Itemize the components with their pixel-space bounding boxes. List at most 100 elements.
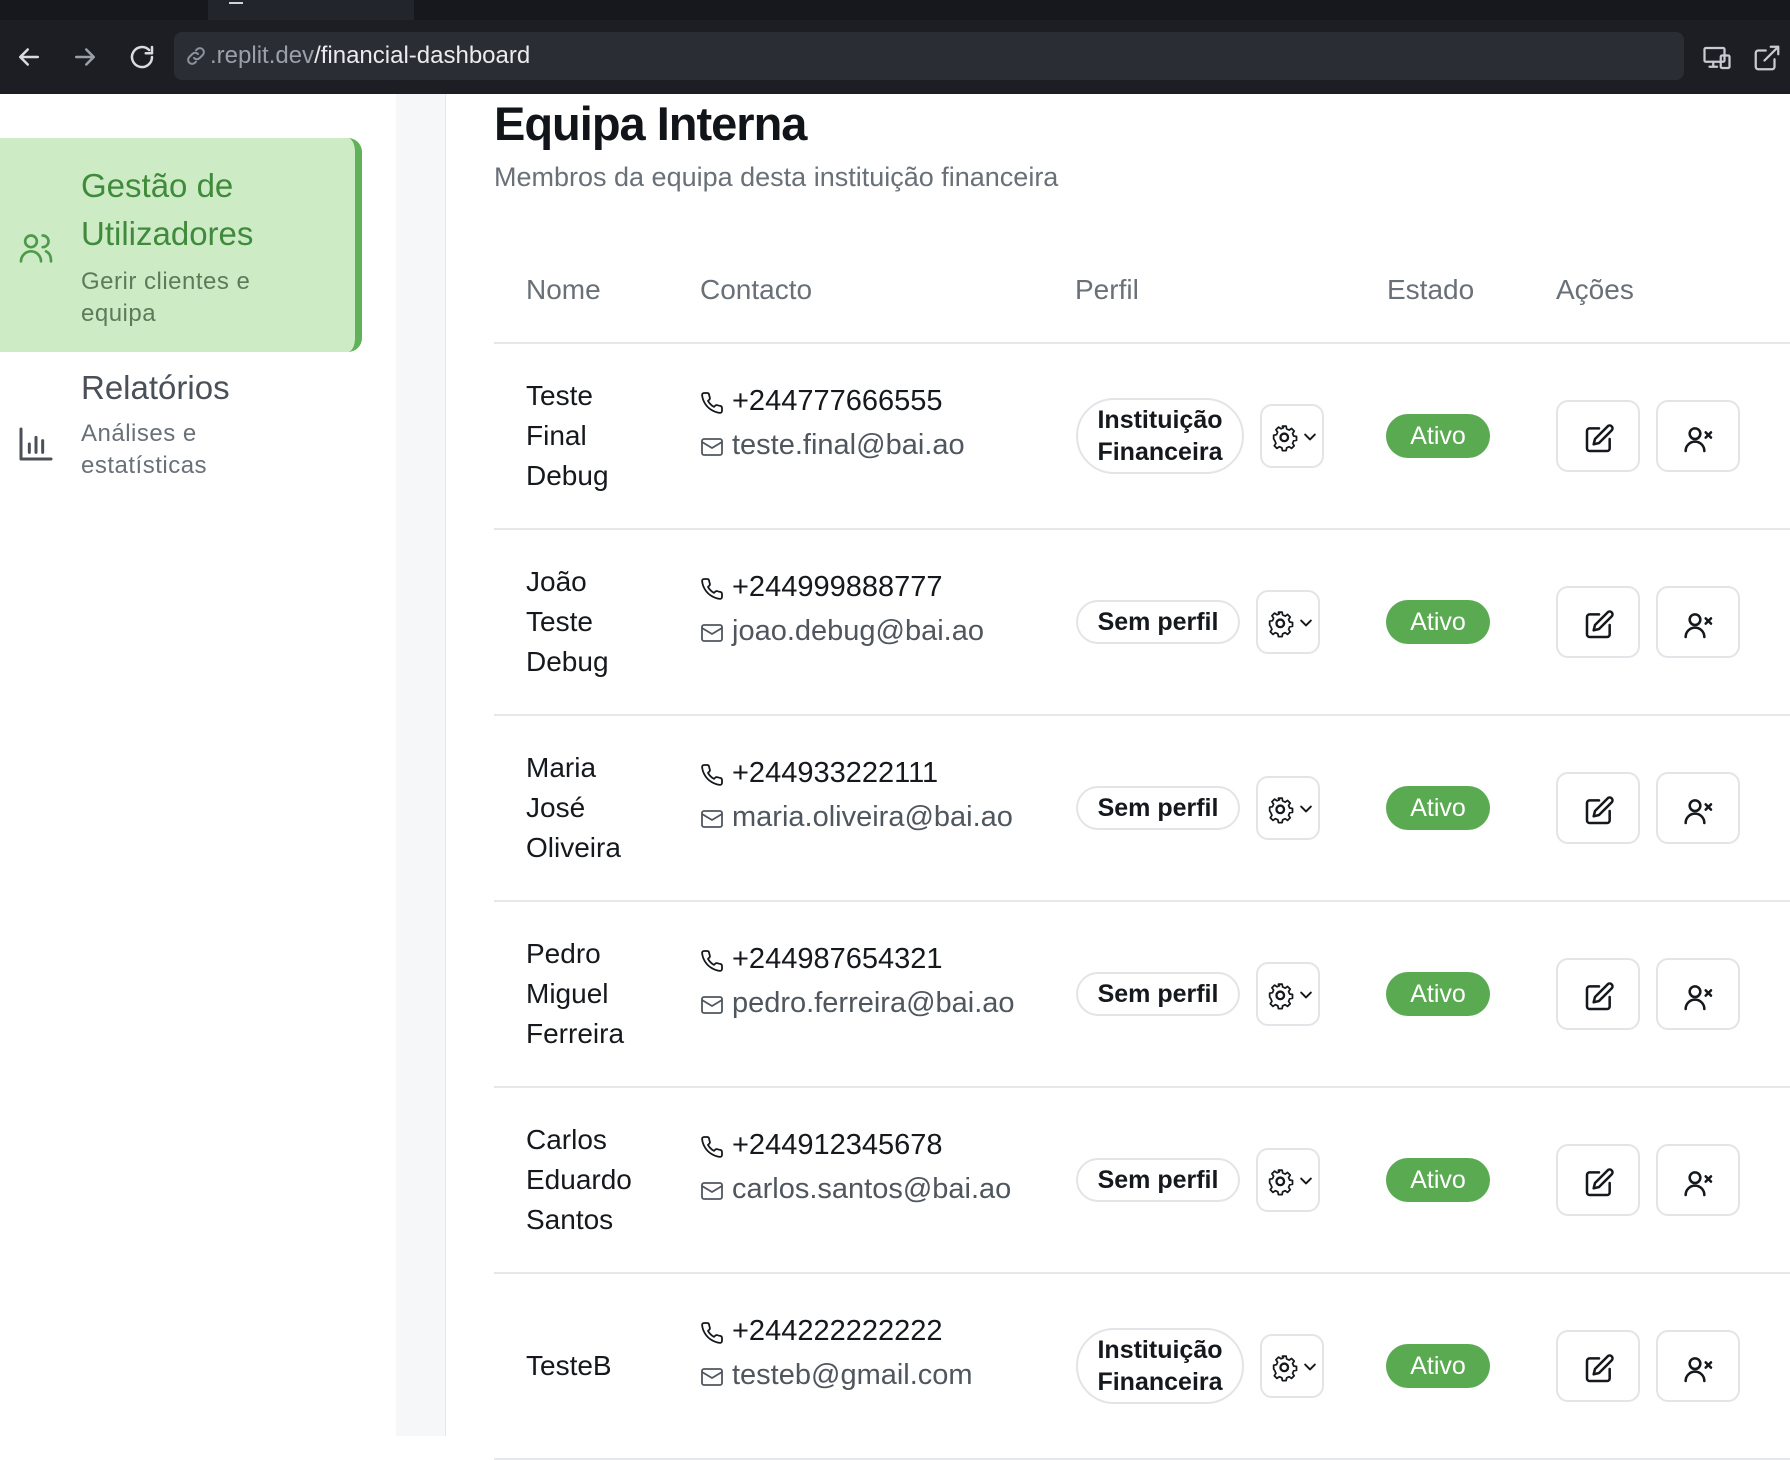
phone-text: +244222222222 — [732, 1315, 943, 1347]
sidebar-divider — [396, 94, 446, 1436]
page-subtitle: Membros da equipa desta instituição fina… — [494, 162, 1059, 192]
external-link-icon — [1754, 45, 1780, 71]
email-text: teste.final@bai.ao — [732, 429, 965, 461]
row-name-line: Miguel — [526, 978, 609, 1009]
row-name-line: Santos — [526, 1204, 614, 1235]
phone-text: +244999888777 — [732, 571, 943, 603]
profile-settings-dropdown[interactable] — [1256, 776, 1320, 840]
url-text: .replit.dev/financial-dashboard — [210, 42, 530, 70]
forward-button[interactable] — [70, 42, 100, 72]
row-name-line: Oliveira — [526, 832, 621, 863]
arrow-left-icon — [19, 48, 39, 66]
gear-icon — [1272, 425, 1316, 452]
remove-user-button[interactable] — [1656, 772, 1740, 844]
user-x-icon — [1684, 1171, 1713, 1197]
phone-text: +244777666555 — [732, 385, 943, 417]
row-name: Carlos Eduardo Santos — [526, 1088, 676, 1272]
status-badge: Ativo — [1386, 972, 1490, 1016]
row-name-line: Debug — [526, 460, 609, 491]
mail-icon — [701, 810, 723, 828]
remove-user-button[interactable] — [1656, 586, 1740, 658]
profile-settings-dropdown[interactable] — [1256, 590, 1320, 654]
back-button[interactable] — [14, 42, 44, 72]
edit-icon — [1585, 424, 1614, 453]
mail-icon — [701, 1368, 723, 1386]
remove-user-button[interactable] — [1656, 400, 1740, 472]
status-badge: Ativo — [1386, 1344, 1490, 1388]
column-header-actions: Ações — [1556, 274, 1634, 305]
reload-button[interactable] — [127, 42, 157, 72]
profile-settings-dropdown[interactable] — [1260, 404, 1324, 468]
row-name: João Teste Debug — [526, 530, 676, 714]
row-name-line: Teste — [526, 380, 593, 411]
reload-icon — [130, 45, 154, 69]
row-name-line: Pedro — [526, 938, 601, 969]
user-x-icon — [1684, 1357, 1713, 1383]
profile-line: Sem perfil — [1097, 980, 1219, 1008]
user-x-icon — [1684, 427, 1713, 453]
edit-button[interactable] — [1556, 400, 1640, 472]
browser-toolbar: .replit.dev/financial-dashboard — [0, 20, 1790, 94]
profile-settings-dropdown[interactable] — [1256, 1148, 1320, 1212]
profile-line: Sem perfil — [1097, 608, 1219, 636]
sidebar-item-user-management[interactable]: Gestão de Utilizadores Gerir clientes e … — [0, 138, 362, 352]
link-icon — [187, 47, 205, 65]
mail-icon — [701, 438, 723, 456]
edit-button[interactable] — [1556, 958, 1640, 1030]
column-header-profile: Perfil — [1075, 274, 1139, 305]
mail-icon — [701, 624, 723, 642]
remove-user-button[interactable] — [1656, 958, 1740, 1030]
email-text: maria.oliveira@bai.ao — [732, 801, 1013, 833]
edit-button[interactable] — [1556, 772, 1640, 844]
sidebar-item-title: Relatórios — [81, 369, 230, 406]
row-name-line: Eduardo — [526, 1164, 632, 1195]
row-name-line: Teste — [526, 606, 593, 637]
address-bar[interactable]: .replit.dev/financial-dashboard — [174, 32, 1684, 80]
edit-button[interactable] — [1556, 1144, 1640, 1216]
edit-icon — [1585, 1354, 1614, 1383]
user-x-icon — [1684, 985, 1713, 1011]
profile-line: Instituição — [1097, 406, 1223, 434]
table-row: Maria José Oliveira +244933222111 maria.oliv… — [494, 716, 1790, 902]
email-text: testeb@gmail.com — [732, 1359, 973, 1391]
phone-text: +244987654321 — [732, 943, 943, 975]
row-name: Pedro Miguel Ferreira — [526, 902, 676, 1086]
profile-settings-dropdown[interactable] — [1256, 962, 1320, 1026]
status-badge: Ativo — [1386, 414, 1490, 458]
remove-user-button[interactable] — [1656, 1330, 1740, 1402]
user-x-icon — [1684, 613, 1713, 639]
url-path: /financial-dashboard — [314, 42, 531, 69]
profile-settings-dropdown[interactable] — [1260, 1334, 1324, 1398]
edit-button[interactable] — [1556, 1330, 1640, 1402]
table-row: João Teste Debug +244999888777 joao.debug@ba… — [494, 530, 1790, 716]
sidebar-item-reports[interactable]: Relatórios Análises e estatísticas — [0, 364, 362, 524]
mail-icon — [701, 1182, 723, 1200]
table-row: Carlos Eduardo Santos +244912345678 carlos.s… — [494, 1088, 1790, 1274]
open-external-button[interactable] — [1752, 43, 1782, 73]
remove-user-button[interactable] — [1656, 1144, 1740, 1216]
mail-icon — [701, 996, 723, 1014]
devices-button[interactable] — [1702, 43, 1732, 73]
profile-line: Sem perfil — [1097, 1166, 1219, 1194]
status-text: Ativo — [1410, 979, 1466, 1008]
row-name-line: Ferreira — [526, 1018, 625, 1049]
profile-badge: Sem perfil — [1076, 1158, 1240, 1202]
profile-line: Financeira — [1097, 1368, 1223, 1396]
arrow-right-icon — [75, 48, 95, 66]
edit-button[interactable] — [1556, 586, 1640, 658]
profile-badge: Sem perfil — [1076, 786, 1240, 830]
status-badge: Ativo — [1386, 1158, 1490, 1202]
table-row: Teste Final Debug +244777666555 teste.final@… — [494, 344, 1790, 530]
sidebar: Gestão de Utilizadores Gerir clientes e … — [0, 94, 396, 1436]
bar-chart-icon — [19, 427, 53, 461]
profile-badge: Instituição Financeira — [1076, 1328, 1244, 1404]
devices-icon — [1703, 46, 1731, 70]
gear-icon — [1272, 1355, 1316, 1382]
status-badge: Ativo — [1386, 600, 1490, 644]
users-icon — [19, 234, 53, 263]
row-name-line: Carlos — [526, 1124, 607, 1155]
table-header: Nome Contacto Perfil Estado Ações — [494, 274, 1790, 344]
status-text: Ativo — [1410, 1165, 1466, 1194]
phone-text: +244912345678 — [732, 1129, 943, 1161]
browser-tab-strip — [0, 0, 1790, 20]
